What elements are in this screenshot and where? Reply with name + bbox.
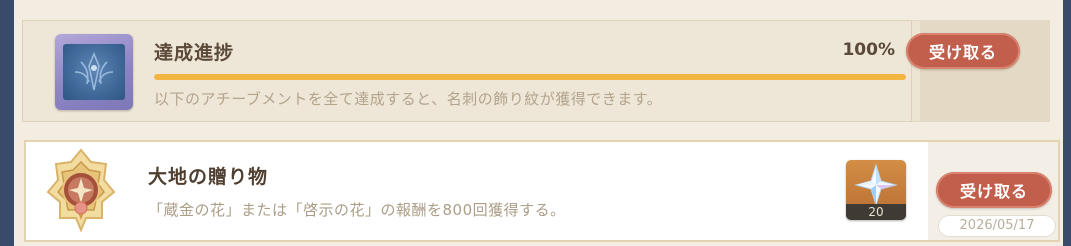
reward-item[interactable]: 20	[846, 160, 906, 220]
achievement-description: 「蔵金の花」または「啓示の花」の報酬を800回獲得する。	[148, 201, 566, 219]
primogem-icon	[854, 163, 898, 207]
progress-bar	[154, 74, 906, 80]
reward-quantity: 20	[846, 204, 906, 220]
progress-card-body: 達成進捗 100% 以下のアチーブメントを全て達成すると、名刺の飾り紋が獲得でき…	[22, 20, 912, 122]
progress-description: 以下のアチーブメントを全て達成すると、名刺の飾り紋が獲得できます。	[154, 90, 663, 108]
achievement-progress-card: 達成進捗 100% 以下のアチーブメントを全て達成すると、名刺の飾り紋が獲得でき…	[22, 20, 1050, 122]
achievement-badge-icon	[46, 148, 116, 233]
claim-namecard-button[interactable]: 受け取る	[906, 33, 1020, 69]
claim-achievement-button[interactable]: 受け取る	[936, 172, 1052, 208]
progress-bar-fill	[154, 74, 906, 80]
achievement-date: 2026/05/17	[938, 215, 1056, 237]
achievement-row: 大地の贈り物 「蔵金の花」または「啓示の花」の報酬を800回獲得する。 20 受…	[24, 140, 1060, 242]
progress-title: 達成進捗	[154, 42, 235, 64]
progress-percent: 100%	[842, 40, 895, 60]
achievement-title: 大地の贈り物	[148, 166, 269, 188]
namecard-icon	[55, 34, 133, 110]
